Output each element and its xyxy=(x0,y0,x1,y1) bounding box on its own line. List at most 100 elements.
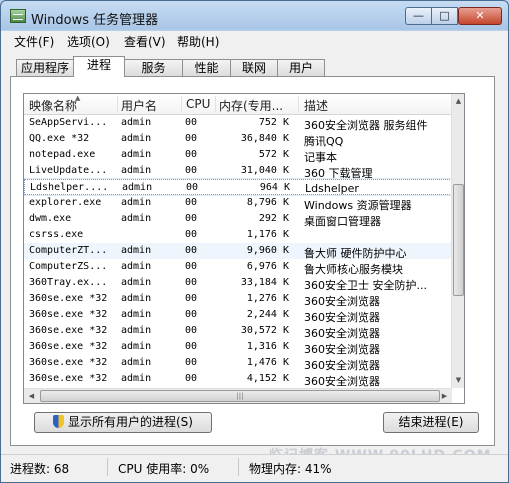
process-user: admin xyxy=(121,245,152,256)
tab-networking[interactable]: 联网 xyxy=(230,59,278,76)
process-user: admin xyxy=(121,341,152,352)
process-rows: SeAppServi... admin 00 752 K 360安全浏览器 服务组件 QQ… xyxy=(24,115,453,388)
process-name: QQ.exe *32 xyxy=(29,133,90,144)
process-cpu: 00 xyxy=(185,261,198,272)
process-memory: 30,572 K xyxy=(240,325,289,336)
process-name: 360se.exe *32 xyxy=(29,341,108,352)
process-name: explorer.exe xyxy=(29,197,102,208)
vertical-scroll-thumb[interactable] xyxy=(453,184,464,296)
scroll-up-icon[interactable]: ▲ xyxy=(452,94,464,109)
process-user: admin xyxy=(121,165,152,176)
process-user: admin xyxy=(121,309,152,320)
process-cpu: 00 xyxy=(186,182,199,193)
column-memory[interactable]: 内存(专用... xyxy=(219,97,283,114)
table-row[interactable]: 360se.exe *32 admin 00 1,316 K 360安全浏览器 xyxy=(24,339,452,356)
process-memory: 572 K xyxy=(258,149,289,160)
process-user: admin xyxy=(121,325,152,336)
client-area: 应用程序 进程 服务 性能 联网 用户 映像名称 ▲ 用户名 CPU 内存(专用.… xyxy=(1,51,508,454)
scroll-right-icon[interactable]: ▶ xyxy=(437,389,452,403)
table-row[interactable]: 360se.exe *32 admin 00 1,276 K 360安全浏览器 xyxy=(24,291,452,308)
process-memory: 1,316 K xyxy=(246,341,289,352)
window-title: Windows 任务管理器 xyxy=(31,13,159,28)
process-user: admin xyxy=(121,117,152,128)
task-manager-icon xyxy=(10,9,26,23)
table-row[interactable]: csrss.exe 00 1,176 K xyxy=(24,227,452,243)
process-cpu: 00 xyxy=(185,309,198,320)
process-user: admin xyxy=(122,182,153,193)
process-memory: 2,244 K xyxy=(246,309,289,320)
process-user: admin xyxy=(121,149,152,160)
horizontal-scrollbar[interactable]: ◀ ||| ▶ xyxy=(24,388,452,403)
scroll-down-icon[interactable]: ▼ xyxy=(452,373,464,388)
tab-performance[interactable]: 性能 xyxy=(182,59,231,76)
process-name: dwm.exe xyxy=(29,213,72,224)
scroll-left-icon[interactable]: ◀ xyxy=(24,389,39,403)
process-memory: 6,976 K xyxy=(246,261,289,272)
process-cpu: 00 xyxy=(185,133,198,144)
show-all-processes-button[interactable]: 显示所有用户的进程(S) xyxy=(34,412,212,433)
vertical-scrollbar[interactable]: ▲ ▼ xyxy=(451,94,464,388)
tab-users[interactable]: 用户 xyxy=(277,59,325,76)
column-user-name[interactable]: 用户名 xyxy=(121,97,157,114)
status-process-count: 进程数: 68 xyxy=(10,462,70,476)
process-name: 360se.exe *32 xyxy=(29,373,108,384)
end-process-button[interactable]: 结束进程(E) xyxy=(383,412,479,433)
status-bar: 进程数: 68 CPU 使用率: 0% 物理内存: 41% xyxy=(1,454,508,482)
process-name: SeAppServi... xyxy=(29,117,108,128)
table-row[interactable]: explorer.exe admin 00 8,796 K Windows 资源管理器 xyxy=(24,195,452,212)
table-row[interactable]: 360se.exe *32 admin 00 1,476 K 360安全浏览器 xyxy=(24,355,452,372)
menu-view[interactable]: 查看(V) xyxy=(124,33,166,50)
maximize-button[interactable]: □ xyxy=(431,7,458,25)
menu-options[interactable]: 选项(O) xyxy=(67,33,110,50)
column-image-name[interactable]: 映像名称 ▲ xyxy=(29,94,81,114)
table-row[interactable]: notepad.exe admin 00 572 K 记事本 xyxy=(24,147,452,164)
process-memory: 9,960 K xyxy=(246,245,289,256)
process-memory: 1,476 K xyxy=(246,357,289,368)
table-row[interactable]: LiveUpdate... admin 00 31,040 K 360 下载管理 xyxy=(24,163,452,180)
tab-applications[interactable]: 应用程序 xyxy=(16,59,74,76)
process-name: ComputerZS... xyxy=(29,261,108,272)
process-memory: 292 K xyxy=(258,213,289,224)
column-cpu[interactable]: CPU xyxy=(186,97,210,111)
table-row[interactable]: 360se.exe *32 admin 00 30,572 K 360安全浏览器 xyxy=(24,323,452,340)
title-bar[interactable]: Windows 任务管理器 — □ ✕ xyxy=(1,1,508,31)
process-user: admin xyxy=(121,261,152,272)
process-name: 360Tray.ex... xyxy=(29,277,108,288)
table-row[interactable]: SeAppServi... admin 00 752 K 360安全浏览器 服务组件 xyxy=(24,115,452,132)
tab-services[interactable]: 服务 xyxy=(124,59,183,76)
table-row[interactable]: ComputerZS... admin 00 6,976 K 鲁大师核心服务模块 xyxy=(24,259,452,276)
process-name: 360se.exe *32 xyxy=(29,357,108,368)
process-memory: 1,176 K xyxy=(246,229,289,240)
process-name: notepad.exe xyxy=(29,149,96,160)
table-row[interactable]: 360se.exe *32 admin 00 2,244 K 360安全浏览器 xyxy=(24,307,452,324)
process-memory: 1,276 K xyxy=(246,293,289,304)
menu-help[interactable]: 帮助(H) xyxy=(177,33,219,50)
horizontal-scroll-thumb[interactable]: ||| xyxy=(40,390,440,402)
process-user: admin xyxy=(121,213,152,224)
process-cpu: 00 xyxy=(185,149,198,160)
menu-file[interactable]: 文件(F) xyxy=(14,33,54,50)
table-row[interactable]: ComputerZT... admin 00 9,960 K 鲁大师 硬件防护中心 xyxy=(24,243,452,260)
sort-arrow-icon: ▲ xyxy=(75,94,81,102)
column-description[interactable]: 描述 xyxy=(304,97,328,114)
table-row[interactable]: 360Tray.ex... admin 00 33,184 K 360安全卫士 安全防护… xyxy=(24,275,452,292)
process-name: Ldshelper.... xyxy=(30,182,109,193)
process-description: 360安全浏览器 xyxy=(304,375,380,388)
process-cpu: 00 xyxy=(185,165,198,176)
table-row[interactable]: dwm.exe admin 00 292 K 桌面窗口管理器 xyxy=(24,211,452,228)
process-list[interactable]: 映像名称 ▲ 用户名 CPU 内存(专用... 描述 SeAppServi... a… xyxy=(23,93,465,404)
process-cpu: 00 xyxy=(185,373,198,384)
process-name: LiveUpdate... xyxy=(29,165,108,176)
process-memory: 31,040 K xyxy=(240,165,289,176)
table-row[interactable]: QQ.exe *32 admin 00 36,840 K 腾讯QQ xyxy=(24,131,452,148)
table-row[interactable]: 360se.exe *32 admin 00 4,152 K 360安全浏览器 xyxy=(24,371,452,388)
tab-processes[interactable]: 进程 xyxy=(73,56,125,77)
minimize-button[interactable]: — xyxy=(405,7,432,25)
process-cpu: 00 xyxy=(185,213,198,224)
close-button[interactable]: ✕ xyxy=(458,7,502,25)
status-cpu-usage: CPU 使用率: 0% xyxy=(118,462,210,476)
process-user: admin xyxy=(121,133,152,144)
process-memory: 752 K xyxy=(258,117,289,128)
process-description: Ldshelper xyxy=(305,182,359,195)
table-row[interactable]: Ldshelper.... admin 00 964 K Ldshelper xyxy=(24,178,453,196)
